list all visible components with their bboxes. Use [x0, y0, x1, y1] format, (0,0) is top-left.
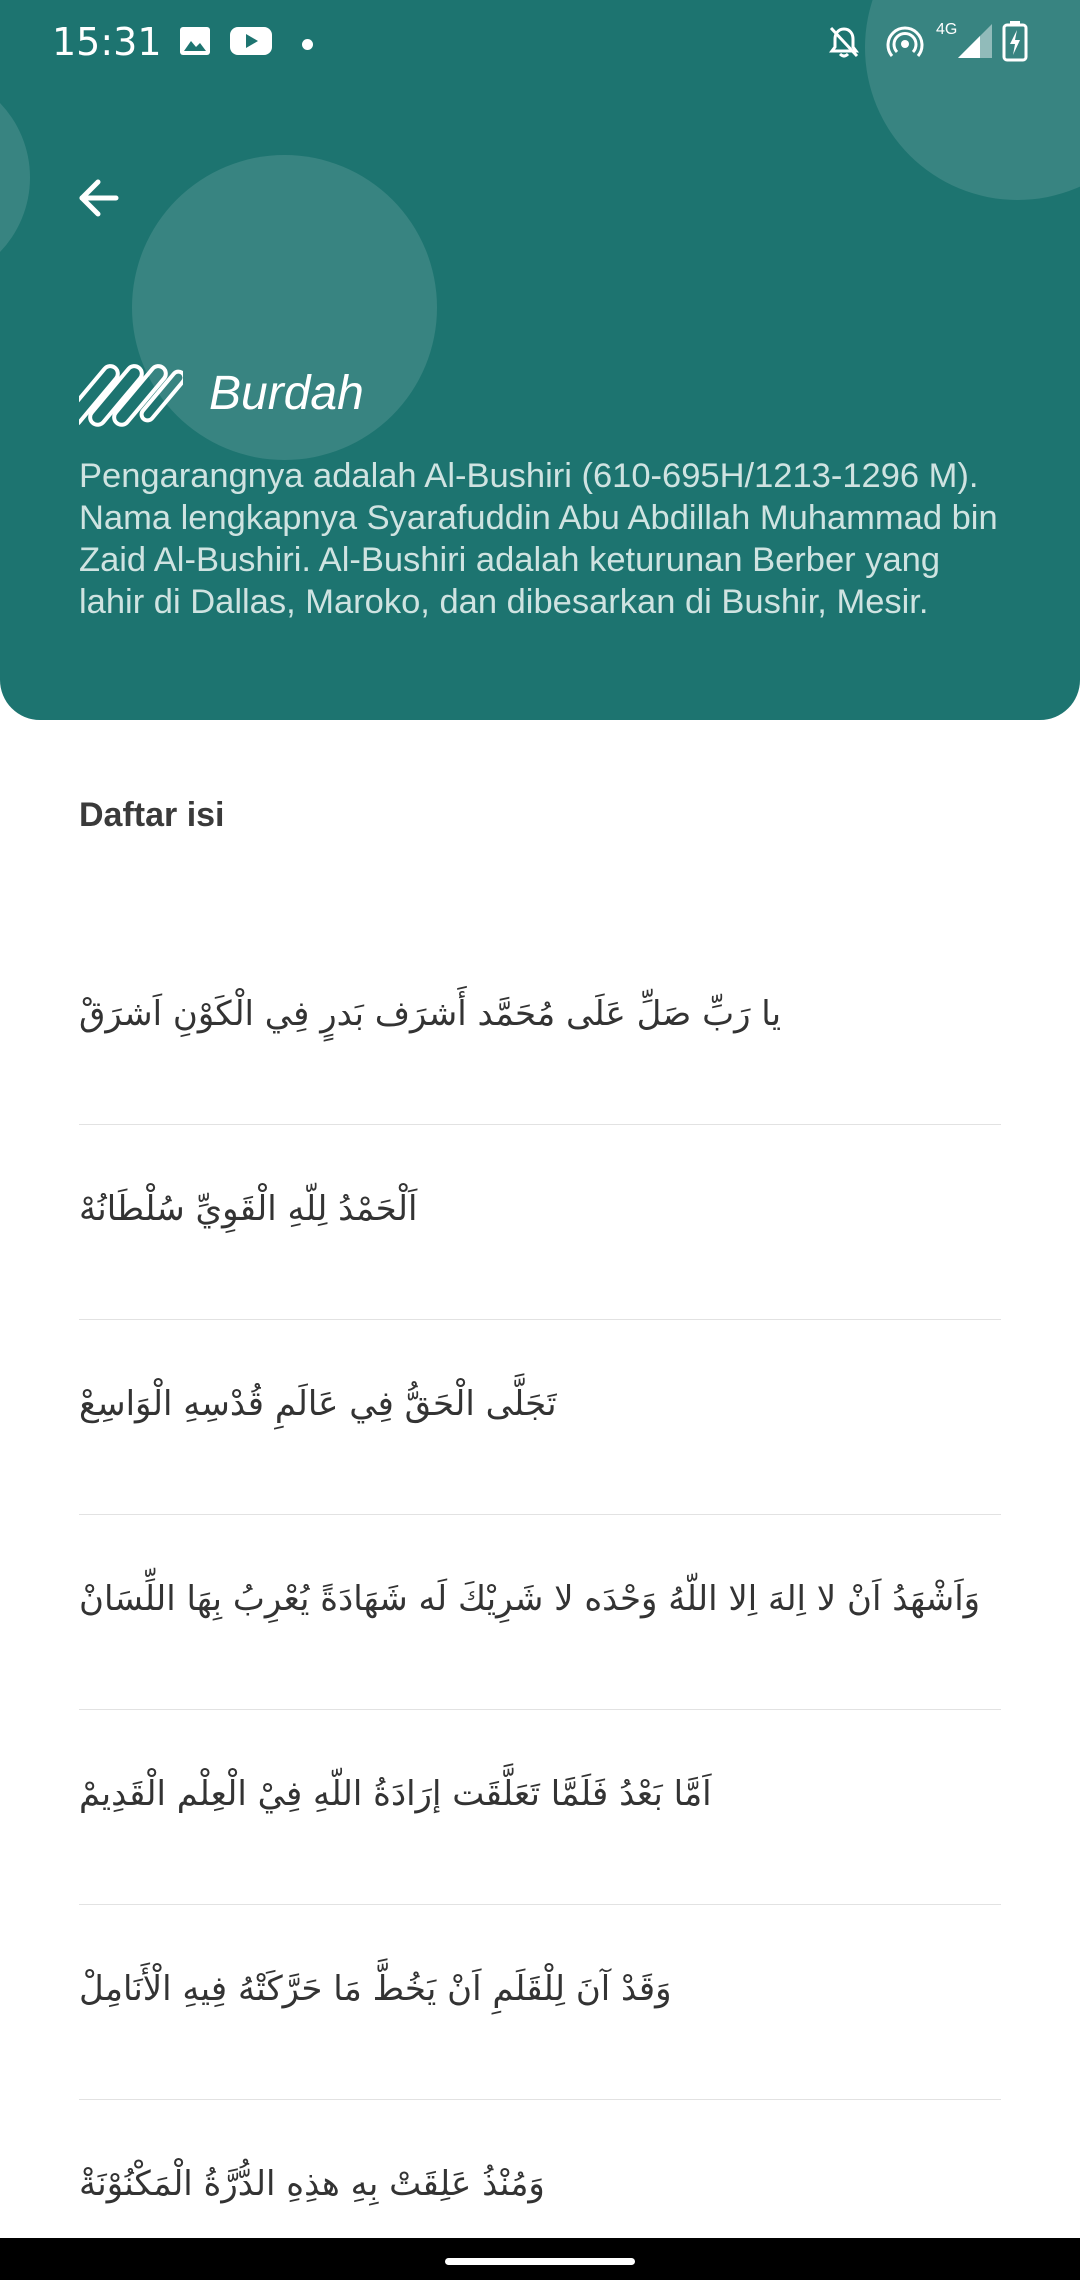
signal-icon: 4G [936, 18, 996, 66]
hotspot-icon [886, 24, 924, 64]
arrow-left-icon [79, 179, 119, 217]
list-item[interactable]: اَلْحَمْدُ لِلّهِ الْقَوِيِّ سُلْطَانُهْ [79, 1125, 1001, 1320]
list-item-text: يا رَبِّ صَلِّ عَلَى مُحَمَّد أَشرَف بَد… [79, 994, 782, 1034]
home-gesture-handle[interactable] [445, 2258, 635, 2265]
status-bar: 15:31 4G [0, 0, 1080, 90]
decor-circle [0, 70, 30, 285]
contents-list: يا رَبِّ صَلِّ عَلَى مُحَمَّد أَشرَف بَد… [79, 930, 1001, 2294]
battery-charging-icon [1002, 20, 1028, 66]
list-item-text: تَجَلَّى الْحَقُّ فِي عَالَمِ قُدْسِهِ ا… [79, 1384, 557, 1424]
image-icon [178, 24, 212, 62]
youtube-icon [229, 24, 273, 62]
status-time: 15:31 [52, 20, 162, 64]
list-item[interactable]: يا رَبِّ صَلِّ عَلَى مُحَمَّد أَشرَف بَد… [79, 930, 1001, 1125]
page-description: Pengarangnya adalah Al-Bushiri (610-695H… [79, 457, 998, 621]
contents-heading: Daftar isi [79, 796, 225, 834]
header: 15:31 4G Burdah Pengarangnya adalah Al-B… [0, 0, 1080, 720]
list-item-text: وَقَدْ آنَ لِلْقَلَمِ اَنْ يَخُطَّ مَا ح… [79, 1969, 672, 2009]
navigation-bar [0, 2238, 1080, 2280]
network-type: 4G [936, 21, 957, 38]
list-item-text: اَلْحَمْدُ لِلّهِ الْقَوِيِّ سُلْطَانُهْ [79, 1189, 418, 1229]
list-item-text: وَمُنْذُ عَلِقَتْ بِهِ هذِهِ الدُّرَّةُ … [79, 2164, 545, 2204]
list-item-text: اَمَّا بَعْدُ فَلَمَّا تَعَلَّقَت إرَادَ… [79, 1774, 712, 1814]
slash-lines-logo-icon [64, 362, 187, 432]
notification-dot [302, 39, 313, 50]
list-item[interactable]: وَاَشْهَدُ اَنْ لا اِلهَ اِلا اللّهُ وَح… [79, 1515, 1001, 1710]
page-title: Burdah [209, 367, 364, 420]
bell-off-icon [826, 24, 862, 64]
list-item[interactable]: وَقَدْ آنَ لِلْقَلَمِ اَنْ يَخُطَّ مَا ح… [79, 1905, 1001, 2100]
back-button[interactable] [66, 160, 136, 230]
list-item-text: وَاَشْهَدُ اَنْ لا اِلهَ اِلا اللّهُ وَح… [79, 1579, 981, 1619]
list-item[interactable]: تَجَلَّى الْحَقُّ فِي عَالَمِ قُدْسِهِ ا… [79, 1320, 1001, 1515]
list-item[interactable]: اَمَّا بَعْدُ فَلَمَّا تَعَلَّقَت إرَادَ… [79, 1710, 1001, 1905]
